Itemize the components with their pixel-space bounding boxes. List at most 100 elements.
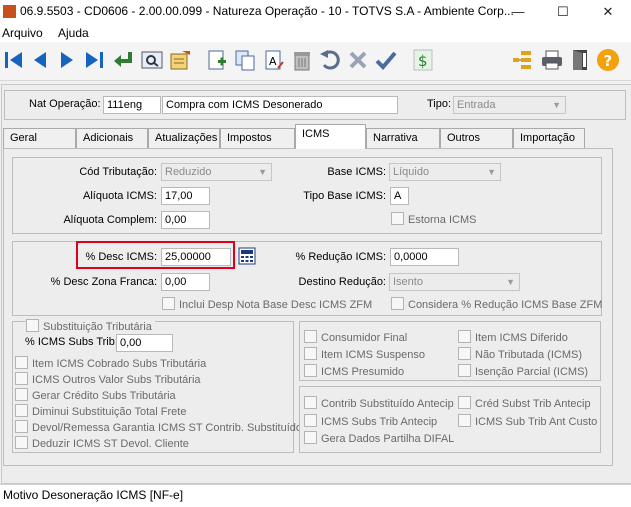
tab-geral[interactable]: Geral	[3, 128, 76, 148]
copy-icon[interactable]	[233, 48, 257, 72]
aliquota-icms-label: Alíquota ICMS:	[83, 190, 157, 202]
status-text: Motivo Desoneração ICMS [NF-e]	[3, 488, 184, 502]
tipo-label: Tipo:	[427, 98, 452, 110]
item-icms-cobrado-checkbox[interactable]: Item ICMS Cobrado Subs Tributária	[15, 356, 206, 370]
previous-record-icon[interactable]	[28, 48, 52, 72]
icms-presumido-label: ICMS Presumido	[321, 366, 405, 378]
help-icon[interactable]: ?	[596, 48, 620, 72]
cod-tributacao-select[interactable]: Reduzido ▼	[161, 163, 272, 181]
search-icon[interactable]	[140, 48, 164, 72]
aliquota-icms-field[interactable]: 17,00	[161, 187, 210, 205]
tab-impostos[interactable]: Impostos	[220, 128, 295, 148]
aliquota-complem-field[interactable]: 0,00	[161, 211, 210, 229]
devol-remessa-checkbox[interactable]: Devol/Remessa Garantia ICMS ST Contrib. …	[15, 420, 302, 434]
destino-reducao-label: Destino Redução:	[298, 276, 386, 288]
diminui-substituicao-checkbox[interactable]: Diminui Substituição Total Frete	[15, 404, 186, 418]
confirm-icon[interactable]	[374, 48, 398, 72]
tab-atualizacoes[interactable]: Atualizações	[148, 128, 220, 148]
estorna-icms-checkbox[interactable]: Estorna ICMS	[391, 212, 476, 226]
select-return-icon[interactable]	[111, 48, 135, 72]
title-bar: 06.9.5503 - CD0606 - 2.00.00.099 - Natur…	[0, 0, 631, 24]
menu-arquivo[interactable]: Arquivo	[2, 26, 43, 40]
cred-subst-trib-antecip-label: Créd Subst Trib Antecip	[475, 398, 591, 410]
nao-tributada-label: Não Tributada (ICMS)	[475, 349, 582, 361]
tipo-value: Entrada	[457, 99, 496, 111]
base-icms-value: Líquido	[393, 166, 430, 178]
substituicao-tributaria-checkbox[interactable]: Substituição Tributária	[26, 319, 155, 333]
chevron-down-icon: ▼	[506, 277, 515, 287]
first-record-icon[interactable]	[2, 48, 26, 72]
status-bar: Motivo Desoneração ICMS [NF-e]	[0, 484, 631, 507]
item-icms-suspenso-checkbox[interactable]: Item ICMS Suspenso	[304, 347, 425, 361]
tab-icms[interactable]: ICMS	[295, 124, 366, 149]
icms-outros-valor-label: ICMS Outros Valor Subs Tributária	[32, 374, 201, 386]
consumidor-final-checkbox[interactable]: Consumidor Final	[304, 330, 407, 344]
gera-dados-partilha-difal-checkbox[interactable]: Gera Dados Partilha DIFAL	[304, 431, 454, 445]
currency-icon[interactable]: $	[411, 48, 435, 72]
pct-reducao-icms-field[interactable]: 0,0000	[390, 248, 459, 266]
maximize-button[interactable]: ☐	[540, 0, 586, 24]
diminui-substituicao-label: Diminui Substituição Total Frete	[32, 406, 187, 418]
destino-reducao-select[interactable]: Isento ▼	[389, 273, 520, 291]
menu-bar: Arquivo Ajuda	[0, 24, 631, 42]
pct-desc-zona-franca-field[interactable]: 0,00	[161, 273, 210, 291]
pct-desc-icms-field[interactable]: 25,00000	[161, 248, 231, 266]
icms-subs-trib-antecip-label: ICMS Subs Trib Antecip	[321, 416, 438, 428]
tipo-base-icms-label: Tipo Base ICMS:	[303, 190, 386, 202]
svg-text:$: $	[418, 52, 428, 70]
exit-icon[interactable]	[568, 48, 592, 72]
destino-reducao-value: Isento	[393, 276, 423, 288]
minimize-button[interactable]: —	[495, 0, 541, 24]
pct-icms-subs-trib-field[interactable]: 0,00	[116, 334, 173, 352]
gerar-credito-checkbox[interactable]: Gerar Crédito Subs Tributária	[15, 388, 176, 402]
estorna-icms-label: Estorna ICMS	[408, 214, 477, 226]
pct-desc-icms-label: % Desc ICMS:	[85, 251, 157, 263]
chevron-down-icon: ▼	[552, 100, 561, 110]
new-document-icon[interactable]	[205, 48, 229, 72]
icms-sub-trib-ant-custo-checkbox[interactable]: ICMS Sub Trib Ant Custo	[458, 414, 597, 428]
tipo-base-icms-field[interactable]: A	[390, 187, 409, 205]
print-icon[interactable]	[540, 48, 564, 72]
undo-icon[interactable]	[318, 48, 342, 72]
substituicao-tributaria-title: Substituição Tributária	[43, 321, 152, 333]
tab-adicionais[interactable]: Adicionais	[76, 128, 148, 148]
deduzir-icms-st-label: Deduzir ICMS ST Devol. Cliente	[32, 438, 189, 450]
devol-remessa-label: Devol/Remessa Garantia ICMS ST Contrib. …	[32, 422, 303, 434]
menu-ajuda[interactable]: Ajuda	[58, 26, 89, 40]
tab-importacao[interactable]: Importação	[513, 128, 585, 148]
considera-reducao-label: Considera % Redução ICMS Base ZFM	[408, 299, 603, 311]
pct-icms-subs-trib-label: % ICMS Subs Trib:	[25, 336, 118, 348]
contrib-substituido-antecip-checkbox[interactable]: Contrib Substituído Antecip	[304, 396, 454, 410]
edit-text-icon[interactable]: A	[262, 48, 286, 72]
inclui-desp-checkbox[interactable]: Inclui Desp Nota Base Desc ICMS ZFM	[162, 297, 372, 311]
tab-outros[interactable]: Outros	[440, 128, 513, 148]
tipo-select[interactable]: Entrada ▼	[453, 96, 566, 114]
item-icms-diferido-checkbox[interactable]: Item ICMS Diferido	[458, 330, 568, 344]
cred-subst-trib-antecip-checkbox[interactable]: Créd Subst Trib Antecip	[458, 396, 591, 410]
pct-desc-zona-franca-label: % Desc Zona Franca:	[50, 276, 157, 288]
cod-tributacao-label: Cód Tributação:	[79, 166, 157, 178]
icms-presumido-checkbox[interactable]: ICMS Presumido	[304, 364, 404, 378]
edit-icon[interactable]	[168, 48, 192, 72]
calculator-icon[interactable]	[238, 247, 256, 265]
deduzir-icms-st-checkbox[interactable]: Deduzir ICMS ST Devol. Cliente	[15, 436, 189, 450]
svg-text:A: A	[269, 55, 277, 68]
considera-reducao-checkbox[interactable]: Considera % Redução ICMS Base ZFM	[391, 297, 602, 311]
isencao-parcial-checkbox[interactable]: Isenção Parcial (ICMS)	[458, 364, 588, 378]
tree-structure-icon[interactable]	[511, 48, 535, 72]
cancel-icon[interactable]	[346, 48, 370, 72]
nat-operacao-code-field[interactable]: 111eng	[103, 96, 161, 114]
base-icms-select[interactable]: Líquido ▼	[389, 163, 501, 181]
next-record-icon[interactable]	[55, 48, 79, 72]
close-button[interactable]: ✕	[585, 0, 631, 24]
aliquota-complem-label: Alíquota Complem:	[63, 214, 157, 226]
cod-tributacao-value: Reduzido	[165, 166, 212, 178]
icms-subs-trib-antecip-checkbox[interactable]: ICMS Subs Trib Antecip	[304, 414, 437, 428]
nat-operacao-desc-field[interactable]: Compra com ICMS Desonerado	[162, 96, 398, 114]
last-record-icon[interactable]	[82, 48, 106, 72]
icms-outros-valor-checkbox[interactable]: ICMS Outros Valor Subs Tributária	[15, 372, 201, 386]
nao-tributada-checkbox[interactable]: Não Tributada (ICMS)	[458, 347, 582, 361]
nat-operacao-label: Nat Operação:	[29, 98, 101, 110]
delete-icon[interactable]	[290, 48, 314, 72]
tab-narrativa[interactable]: Narrativa	[366, 128, 440, 148]
